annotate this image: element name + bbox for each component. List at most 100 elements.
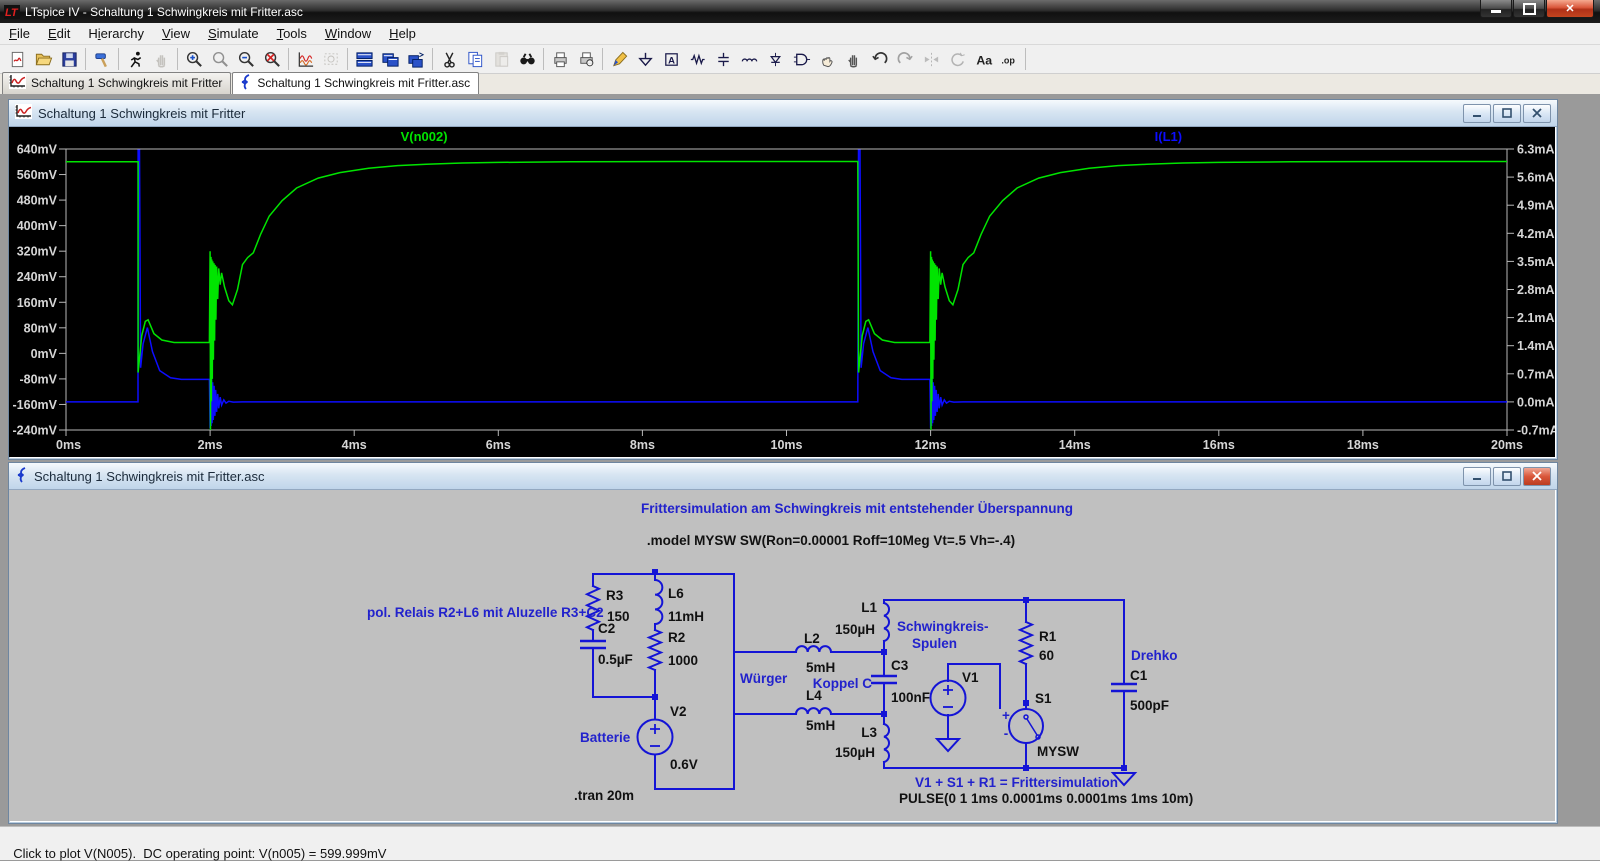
- wire-button[interactable]: [606, 46, 632, 72]
- schematic-canvas[interactable]: Frittersimulation am Schwingkreis mit en…: [9, 490, 1555, 821]
- zoom-out-button[interactable]: [233, 46, 259, 72]
- schematic-comment[interactable]: -: [1004, 726, 1009, 741]
- schematic-comment[interactable]: Koppel C: [813, 676, 872, 691]
- schematic-comment[interactable]: Würger: [740, 671, 788, 686]
- main-titlebar[interactable]: LT LTspice IV - Schaltung 1 Schwingkreis…: [0, 0, 1600, 23]
- resistor-button[interactable]: [684, 46, 710, 72]
- schematic-window: Schaltung 1 Schwingkreis mit Fritter.asc…: [8, 462, 1558, 824]
- schematic-comment[interactable]: V1 + S1 + R1 = Frittersimulation: [915, 775, 1118, 790]
- menu-window[interactable]: Window: [316, 24, 380, 43]
- trace-label-il1[interactable]: I(L1): [1155, 129, 1182, 144]
- schematic-label[interactable]: 5mH: [806, 660, 835, 675]
- schematic-label[interactable]: 500pF: [1130, 698, 1169, 713]
- schematic-label[interactable]: R1: [1039, 629, 1057, 644]
- schematic-label[interactable]: L6: [668, 586, 684, 601]
- schematic-label[interactable]: V2: [670, 704, 687, 719]
- schematic-label[interactable]: 60: [1039, 648, 1054, 663]
- net-label-button[interactable]: A: [658, 46, 684, 72]
- find-button[interactable]: [514, 46, 540, 72]
- tab-waveform[interactable]: Schaltung 1 Schwingkreis mit Fritter: [2, 72, 232, 94]
- schematic-label[interactable]: 5mH: [806, 718, 835, 733]
- undo-button[interactable]: [866, 46, 892, 72]
- schematic-label[interactable]: V1: [962, 670, 979, 685]
- menu-file[interactable]: File: [0, 24, 39, 43]
- cascade-button[interactable]: [377, 46, 403, 72]
- schematic-comment[interactable]: Spulen: [912, 636, 957, 651]
- schematic-comment[interactable]: Batterie: [580, 730, 631, 745]
- schematic-comment[interactable]: +: [1002, 708, 1010, 723]
- wave-minimize-button[interactable]: [1463, 103, 1491, 123]
- print-button[interactable]: [547, 46, 573, 72]
- schematic-close-button[interactable]: [1523, 466, 1551, 486]
- schematic-label[interactable]: C1: [1130, 668, 1148, 683]
- open-button[interactable]: [30, 46, 56, 72]
- save-button[interactable]: [56, 46, 82, 72]
- new-schematic-button[interactable]: [4, 46, 30, 72]
- run-button[interactable]: [122, 46, 148, 72]
- inductor-button[interactable]: [736, 46, 762, 72]
- print-preview-button[interactable]: [573, 46, 599, 72]
- schematic-minimize-button[interactable]: [1463, 466, 1491, 486]
- wave-close-button[interactable]: [1523, 103, 1551, 123]
- move-button[interactable]: [814, 46, 840, 72]
- y-right-tick-label: -0.7mA: [1517, 424, 1555, 438]
- diode-button[interactable]: [762, 46, 788, 72]
- control-panel-button[interactable]: [89, 46, 115, 72]
- schematic-label[interactable]: C2: [598, 621, 615, 636]
- autorange-button[interactable]: [292, 46, 318, 72]
- cut-button[interactable]: [436, 46, 462, 72]
- menu-edit[interactable]: Edit: [39, 24, 79, 43]
- ground-button[interactable]: [632, 46, 658, 72]
- schematic-window-titlebar[interactable]: Schaltung 1 Schwingkreis mit Fritter.asc: [9, 463, 1557, 490]
- schematic-label[interactable]: R2: [668, 630, 685, 645]
- spice-directive-button[interactable]: .op: [996, 46, 1022, 72]
- schematic-restore-button[interactable]: [1493, 466, 1521, 486]
- schematic-label[interactable]: S1: [1035, 691, 1052, 706]
- restore-button[interactable]: [1513, 0, 1545, 18]
- schematic-label[interactable]: 150µH: [835, 745, 875, 760]
- schematic-label[interactable]: 150µH: [835, 622, 875, 637]
- schematic-label[interactable]: MYSW: [1037, 744, 1079, 759]
- y-left-tick-label: -80mV: [19, 372, 57, 386]
- menu-tools[interactable]: Tools: [268, 24, 316, 43]
- tile-vertical-button[interactable]: [403, 46, 429, 72]
- copy-button[interactable]: [462, 46, 488, 72]
- waveform-plot[interactable]: 640mV 560mV 480mV 400mV 320mV 240mV 160mV 80mV 0…: [9, 127, 1559, 457]
- close-button[interactable]: ✕: [1546, 0, 1594, 18]
- zoom-in-button[interactable]: [181, 46, 207, 72]
- schematic-label[interactable]: 0.6V: [670, 757, 698, 772]
- tab-schematic[interactable]: Schaltung 1 Schwingkreis mit Fritter.asc: [232, 72, 480, 94]
- trace-label-vn002[interactable]: V(n002): [401, 129, 448, 144]
- waveform-window-titlebar[interactable]: Schaltung 1 Schwingkreis mit Fritter: [9, 100, 1557, 127]
- text-button[interactable]: Aa: [970, 46, 996, 72]
- menu-view[interactable]: View: [153, 24, 199, 43]
- schematic-comment[interactable]: pol. Relais R2+L6 mit Aluzelle R3+C2: [367, 605, 604, 620]
- toolbar: A Aa .op: [0, 45, 1600, 74]
- schematic-label[interactable]: L2: [804, 631, 820, 646]
- schematic-label[interactable]: PULSE(0 1 1ms 0.0001ms 0.0001ms 1ms 10m): [899, 791, 1193, 806]
- schematic-label[interactable]: .tran 20m: [574, 788, 634, 803]
- schematic-comment[interactable]: Drehko: [1131, 648, 1178, 663]
- schematic-label[interactable]: L3: [861, 725, 877, 740]
- drag-button[interactable]: [840, 46, 866, 72]
- component-button[interactable]: [788, 46, 814, 72]
- schematic-comment[interactable]: Frittersimulation am Schwingkreis mit en…: [641, 501, 1073, 516]
- schematic-label[interactable]: 11mH: [668, 609, 704, 624]
- schematic-label[interactable]: 100nF: [891, 690, 930, 705]
- tile-horizontal-button[interactable]: [351, 46, 377, 72]
- toolbar-separator: [602, 48, 603, 70]
- zoom-full-extents-button[interactable]: [259, 46, 285, 72]
- menu-simulate[interactable]: Simulate: [199, 24, 268, 43]
- minimize-button[interactable]: [1480, 0, 1512, 18]
- schematic-comment[interactable]: Schwingkreis-: [897, 619, 989, 634]
- schematic-label[interactable]: R3: [606, 588, 624, 603]
- schematic-label[interactable]: C3: [891, 658, 909, 673]
- schematic-label[interactable]: 1000: [668, 653, 698, 668]
- schematic-label[interactable]: 0.5µF: [598, 652, 633, 667]
- wave-restore-button[interactable]: [1493, 103, 1521, 123]
- schematic-label[interactable]: L1: [861, 600, 877, 615]
- menu-help[interactable]: Help: [380, 24, 425, 43]
- schematic-label[interactable]: .model MYSW SW(Ron=0.00001 Roff=10Meg Vt…: [647, 533, 1015, 548]
- capacitor-button[interactable]: [710, 46, 736, 72]
- menu-hierarchy[interactable]: Hierarchy: [79, 24, 153, 43]
